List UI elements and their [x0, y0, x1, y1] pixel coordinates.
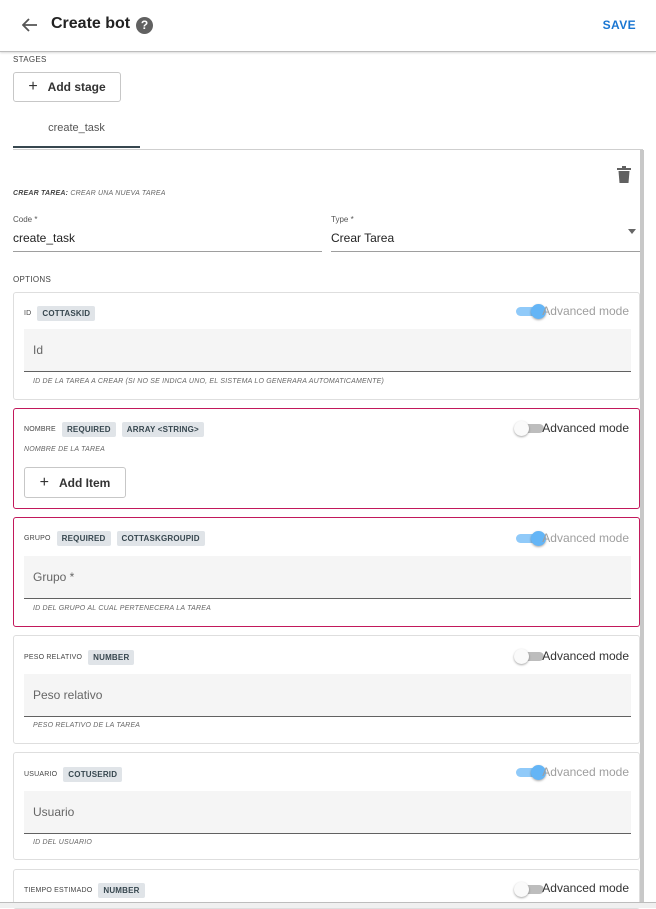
option-title: USUARIO: [24, 771, 58, 778]
option-card-usuario: USUARIO COTUSERID Advanced mode Usuario …: [13, 752, 640, 860]
option-hint: ID DEL GRUPO AL CUAL PERTENECERA LA TARE…: [33, 605, 211, 612]
peso-relativo-input[interactable]: Peso relativo: [24, 674, 631, 717]
advanced-mode-label: Advanced mode: [542, 765, 629, 779]
page-title: Create bot: [51, 15, 131, 32]
advanced-mode-toggle[interactable]: [516, 531, 546, 546]
options-label: OPTIONS: [13, 275, 52, 284]
required-chip: REQUIRED: [56, 531, 111, 546]
add-stage-label: Add stage: [47, 80, 106, 94]
type-chip: NUMBER: [98, 883, 145, 898]
bottom-edge: [0, 902, 656, 908]
option-hint: ID DEL USUARIO: [33, 839, 93, 846]
code-input[interactable]: create_task: [13, 231, 75, 245]
trash-icon[interactable]: [617, 166, 633, 184]
help-icon[interactable]: ?: [136, 17, 153, 34]
option-title: ID: [24, 310, 32, 317]
option-title-row: GRUPO REQUIRED COTTASKGROUPID: [24, 531, 205, 546]
type-label: Type *: [331, 215, 354, 224]
chevron-down-icon[interactable]: [628, 229, 636, 234]
plus-icon: +: [28, 78, 38, 95]
type-chip: COTTASKGROUPID: [116, 531, 205, 546]
option-title: TIEMPO ESTIMADO: [24, 887, 93, 894]
type-chip: COTTASKID: [37, 306, 96, 321]
code-label: Code *: [13, 215, 38, 224]
advanced-mode-toggle[interactable]: [516, 765, 546, 780]
option-card-grupo: GRUPO REQUIRED COTTASKGROUPID Advanced m…: [13, 517, 640, 627]
active-tab-indicator: [13, 146, 140, 148]
type-chip: ARRAY <STRING>: [121, 422, 204, 437]
add-stage-button[interactable]: + Add stage: [13, 72, 121, 102]
option-title-row: TIEMPO ESTIMADO NUMBER: [24, 883, 145, 898]
advanced-mode-label: Advanced mode: [542, 881, 629, 895]
id-input[interactable]: Id: [24, 329, 631, 372]
option-hint: NOMBRE DE LA TAREA: [24, 446, 106, 453]
usuario-input[interactable]: Usuario: [24, 791, 631, 834]
option-card-id: ID COTTASKID Advanced mode Id ID DE LA T…: [13, 292, 640, 400]
stages-label: STAGES: [13, 55, 47, 64]
option-hint: ID DE LA TAREA A CREAR (SI NO SE INDICA …: [33, 378, 385, 385]
option-title-row: NOMBRE REQUIRED ARRAY <STRING>: [24, 422, 204, 437]
option-hint: PESO RELATIVO DE LA TAREA: [33, 722, 141, 729]
back-arrow-icon[interactable]: [20, 15, 40, 35]
option-title: GRUPO: [24, 535, 51, 542]
option-title: PESO RELATIVO: [24, 654, 83, 661]
required-chip: REQUIRED: [61, 422, 116, 437]
stage-description: CREAR TAREA: CREAR UNA NUEVA TAREA: [13, 190, 166, 197]
stage-description-text: CREAR UNA NUEVA TAREA: [70, 190, 166, 197]
advanced-mode-toggle[interactable]: [514, 882, 544, 897]
advanced-mode-label: Advanced mode: [542, 421, 629, 435]
code-underline: [13, 251, 322, 252]
save-button[interactable]: SAVE: [603, 18, 636, 32]
add-item-label: Add Item: [59, 475, 111, 490]
advanced-mode-label: Advanced mode: [542, 531, 629, 545]
advanced-mode-toggle[interactable]: [514, 649, 544, 664]
type-chip: COTUSERID: [63, 767, 123, 782]
scrollbar[interactable]: [640, 150, 644, 902]
advanced-mode-label: Advanced mode: [542, 649, 629, 663]
stage-name: CREAR TAREA:: [13, 190, 69, 197]
app-bar: Create bot ? SAVE: [0, 0, 656, 52]
option-card-peso-relativo: PESO RELATIVO NUMBER Advanced mode Peso …: [13, 635, 640, 744]
type-underline: [331, 251, 640, 252]
option-title-row: ID COTTASKID: [24, 306, 96, 321]
type-select[interactable]: Crear Tarea: [331, 231, 394, 245]
option-card-nombre: NOMBRE REQUIRED ARRAY <STRING> Advanced …: [13, 408, 640, 509]
add-item-button[interactable]: + Add Item: [24, 467, 126, 498]
option-title-row: USUARIO COTUSERID: [24, 767, 123, 782]
grupo-input[interactable]: Grupo *: [24, 556, 631, 599]
plus-icon: +: [39, 473, 49, 491]
type-chip: NUMBER: [88, 650, 135, 665]
advanced-mode-toggle[interactable]: [514, 421, 544, 436]
tab-divider: [13, 149, 643, 150]
tab-create-task[interactable]: create_task: [13, 115, 140, 148]
option-title: NOMBRE: [24, 426, 56, 433]
option-title-row: PESO RELATIVO NUMBER: [24, 650, 135, 665]
advanced-mode-label: Advanced mode: [542, 304, 629, 318]
advanced-mode-toggle[interactable]: [516, 304, 546, 319]
